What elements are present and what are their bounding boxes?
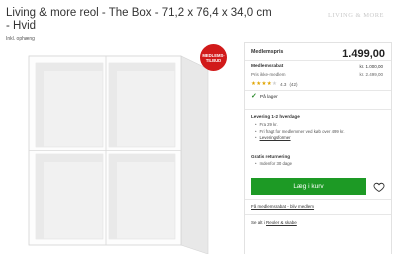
heart-icon[interactable]	[373, 181, 385, 193]
non-member-price-value: kr. 2.499,00	[359, 72, 383, 77]
purchase-panel: Medlemspris 1.499,00 Medlemsrabat kr. 1.…	[244, 42, 392, 254]
stock-label: På lager	[259, 94, 278, 100]
delivery-methods-link[interactable]: Leveringsformer	[255, 135, 345, 142]
category-link[interactable]: Reoler & skabe	[266, 220, 297, 225]
delivery-list: Fra 29 kr. Fri fragt for medlemmer ved k…	[255, 122, 345, 142]
rating-count: (42)	[289, 81, 298, 87]
product-rating[interactable]: ★★★★★ 4.3 (42)	[251, 81, 297, 87]
add-to-cart-button[interactable]: Læg i kurv	[251, 178, 366, 195]
see-all-prefix: Se alt i	[251, 220, 265, 225]
shelf-illustration	[28, 55, 209, 254]
divider	[245, 60, 391, 61]
member-discount-value: kr. 1.000,00	[359, 64, 383, 69]
member-price-row: Medlemspris 1.499,00	[251, 48, 385, 65]
delivery-title: Levering 1-2 hverdage	[251, 114, 300, 119]
rating-score: 4.3	[280, 81, 287, 87]
member-offer-badge: MEDLEMS- TILBUD	[200, 44, 227, 71]
non-member-price-label: Pris ikke-medlem	[251, 72, 286, 77]
returns-title: Gratis returnering	[251, 154, 291, 159]
product-title: Living & more reol - The Box - 71,2 x 76…	[6, 7, 272, 32]
product-subtitle: Inkl. ophæng	[6, 36, 35, 42]
returns-item: Indenfor 30 dage	[255, 161, 293, 166]
see-all-category: Se alt i Reoler & skabe	[251, 220, 297, 225]
divider	[245, 109, 391, 110]
delivery-item: Fri fragt for medlemmer ved køb over 499…	[255, 129, 345, 136]
product-image	[0, 44, 240, 254]
member-discount-label: Medlemsrabat	[251, 64, 284, 69]
divider	[245, 90, 391, 91]
checkmark-icon: ✓	[251, 93, 257, 100]
divider	[245, 199, 391, 200]
member-price: 1.499,00	[342, 48, 385, 60]
badge-line2: TILBUD	[205, 57, 222, 63]
delivery-methods-link-text[interactable]: Leveringsformer	[260, 135, 291, 140]
become-member-link[interactable]: Få medlemsrabat - bliv medlem	[251, 204, 314, 209]
stock-status: ✓ På lager	[251, 93, 278, 100]
star-rating-icon: ★★★★★	[251, 81, 278, 87]
member-price-label: Medlemspris	[251, 49, 284, 55]
returns-list: Indenfor 30 dage	[255, 161, 293, 166]
delivery-item: Fra 29 kr.	[255, 122, 345, 129]
divider	[245, 214, 391, 215]
brand-logo: LIVING & MORE	[328, 12, 384, 19]
